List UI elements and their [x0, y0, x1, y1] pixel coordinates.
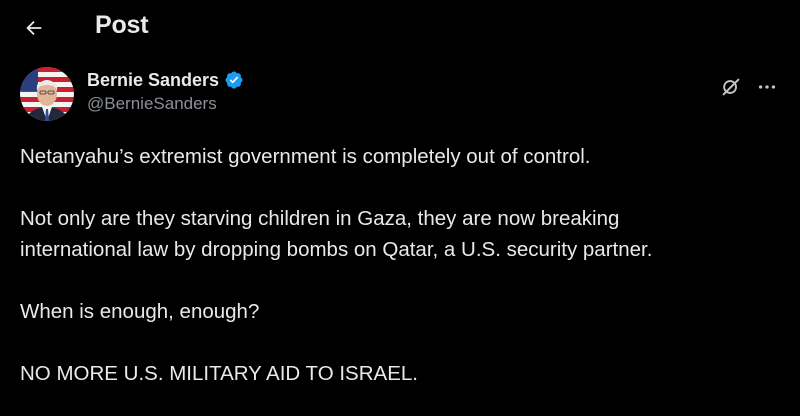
post-paragraph: Not only are they starving children in G… [20, 207, 653, 261]
grok-button[interactable] [716, 72, 746, 102]
more-options-button[interactable] [752, 72, 782, 102]
grok-icon [722, 78, 740, 96]
page-title: Post [95, 11, 149, 39]
display-name[interactable]: Bernie Sanders [87, 70, 219, 91]
back-button[interactable] [14, 8, 54, 48]
arrow-left-icon [26, 20, 42, 36]
post-author: Bernie Sanders @BernieSanders [20, 67, 790, 123]
user-handle[interactable]: @BernieSanders [87, 94, 244, 114]
post-paragraph: NO MORE U.S. MILITARY AID TO ISRAEL. [20, 362, 418, 385]
verified-badge-icon[interactable] [224, 70, 244, 90]
author-info: Bernie Sanders @BernieSanders [87, 69, 244, 114]
post-paragraph: When is enough, enough? [20, 300, 260, 323]
avatar[interactable] [20, 67, 74, 121]
post-text: Netanyahu’s extremist government is comp… [20, 141, 790, 416]
more-dots-icon [758, 85, 776, 89]
top-bar: Post [0, 0, 800, 56]
post-paragraph: Netanyahu’s extremist government is comp… [20, 145, 591, 168]
profile-photo [20, 67, 74, 121]
